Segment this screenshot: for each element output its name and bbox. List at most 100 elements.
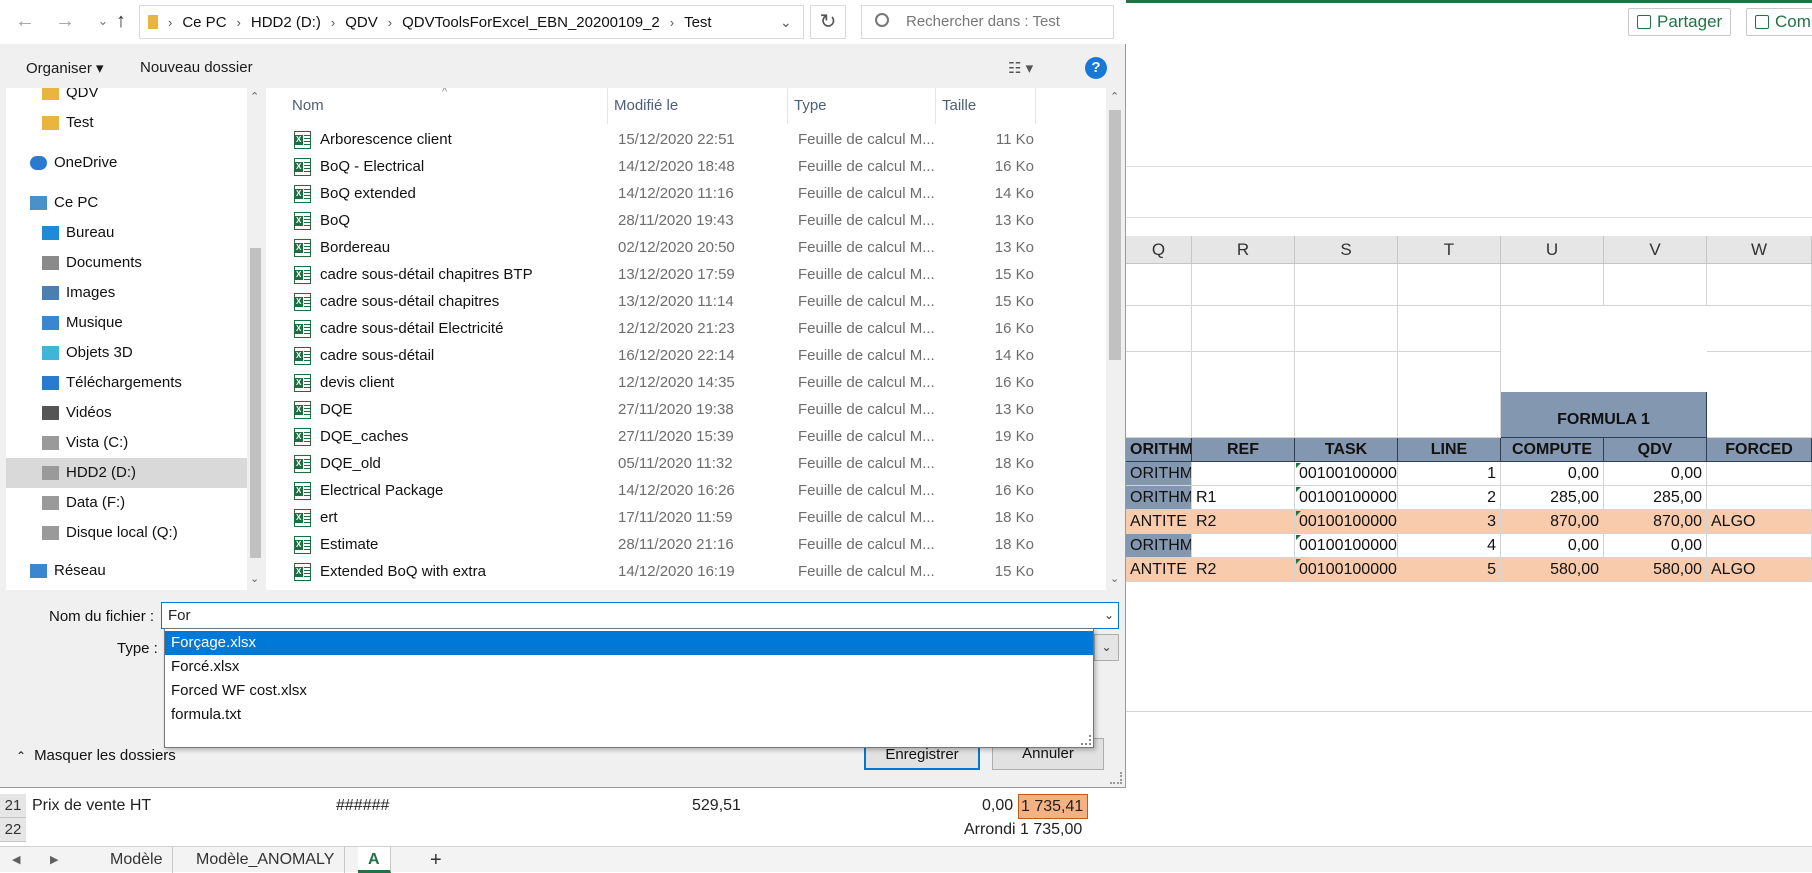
new-folder-button[interactable]: Nouveau dossier [140, 59, 253, 76]
file-row[interactable]: X Bordereau 02/12/2020 20:50 Feuille de cal… [266, 234, 1106, 261]
grid-cell-q[interactable]: ANTITE [1126, 510, 1192, 534]
grid-cell-q[interactable]: ORITHME [1126, 462, 1192, 486]
file-row[interactable]: Xcadre sous-détail 16/12/2020 22:14 Feuill… [266, 342, 1106, 369]
file-row[interactable]: Xcadre sous-détail Electricité 12/12/2020… [266, 315, 1106, 342]
file-row[interactable]: X BoQ extended 14/12/2020 11:16 Feuille de … [266, 180, 1106, 207]
grid-cell-v[interactable]: 285,00 [1604, 486, 1707, 510]
forward-arrow-icon[interactable]: → [52, 10, 78, 34]
column-header-size[interactable]: Taille [936, 88, 1036, 124]
suggestion-item[interactable]: Forced WF cost.xlsx [165, 679, 1093, 703]
header-cell-forced[interactable]: FORCED [1707, 438, 1812, 462]
formula-bar[interactable] [1126, 166, 1812, 218]
nav-item-r-seau[interactable]: Réseau [6, 556, 247, 586]
grid-cell-u[interactable]: 285,00 [1501, 486, 1604, 510]
suggestion-item[interactable]: Forçage.xlsx [165, 631, 1093, 655]
file-row[interactable]: X Arborescence client 15/12/2020 22:51 Feui… [266, 126, 1106, 153]
grid-cell-r[interactable]: R1 [1192, 486, 1295, 510]
search-input[interactable]: Rechercher dans : Test [861, 5, 1114, 39]
sheet-tab-a[interactable]: A [358, 847, 391, 873]
grid-cell-v[interactable]: 0,00 [1604, 462, 1707, 486]
resize-grip[interactable] [1081, 735, 1091, 745]
column-header-modified[interactable]: Modifié le [608, 88, 788, 124]
header-cell-compute[interactable]: COMPUTE [1501, 438, 1604, 462]
grid-cell[interactable] [1192, 264, 1295, 306]
grid-cell-t[interactable]: 4 [1398, 534, 1501, 558]
grid-cell-u[interactable]: 0,00 [1501, 462, 1604, 486]
nav-item-vista-c-[interactable]: Vista (C:) [6, 428, 247, 458]
grid-cell-v[interactable]: 580,00 [1604, 558, 1707, 582]
breadcrumb-item[interactable]: HDD2 (D:) [245, 14, 327, 31]
grid-cell[interactable] [1126, 352, 1192, 438]
grid-cell[interactable] [1126, 306, 1192, 352]
chevron-down-icon[interactable]: ⌄ [1104, 603, 1114, 628]
scroll-right-icon[interactable]: ▶ [50, 853, 58, 866]
file-row[interactable]: Xdevis client 12/12/2020 14:35 Feuille de … [266, 369, 1106, 396]
file-row[interactable]: X Extended BoQ with extra 14/12/2020 16:19… [266, 558, 1106, 585]
grid-cell[interactable] [1295, 352, 1398, 438]
scroll-down-icon[interactable]: ⌄ [1110, 572, 1119, 585]
grid-cell[interactable] [1707, 352, 1812, 438]
scroll-up-icon[interactable]: ⌃ [250, 90, 259, 103]
scroll-thumb[interactable] [250, 248, 261, 558]
nav-item-test[interactable]: Test [6, 108, 247, 138]
scroll-thumb[interactable] [1109, 110, 1121, 360]
file-row[interactable]: X DQE_caches 27/11/2020 15:39 Feuille de ca… [266, 423, 1106, 450]
header-cell-ref[interactable]: REF [1192, 438, 1295, 462]
nav-item-musique[interactable]: Musique [6, 308, 247, 338]
up-arrow-icon[interactable]: ↑ [108, 10, 134, 34]
grid-cell[interactable] [1295, 306, 1398, 352]
nav-item-ce-pc[interactable]: Ce PC [6, 188, 247, 218]
breadcrumb-item[interactable]: Ce PC [176, 14, 232, 31]
file-row[interactable]: X BoQ 28/11/2020 19:43 Feuille de calcul M.… [266, 207, 1106, 234]
nav-item-objets-3d[interactable]: Objets 3D [6, 338, 247, 368]
file-list-scrollbar[interactable]: ⌃ ⌄ [1106, 88, 1124, 590]
file-row[interactable]: Xcadre sous-détail chapitres BTP 13/12/20… [266, 261, 1106, 288]
grid-cell-q[interactable]: ORITHME [1126, 486, 1192, 510]
grid-cell-s[interactable]: 00100100000 [1295, 510, 1398, 534]
grid-cell-q[interactable]: ORITHME [1126, 534, 1192, 558]
grid-cell[interactable] [1707, 264, 1812, 306]
grid-cell-s[interactable]: 00100100000 [1295, 558, 1398, 582]
grid-cell-t[interactable]: 5 [1398, 558, 1501, 582]
breadcrumb-item[interactable]: QDV [339, 14, 384, 31]
grid-cell[interactable] [1604, 264, 1707, 306]
column-header-name[interactable]: Nom [286, 88, 608, 124]
nav-item-bureau[interactable]: Bureau [6, 218, 247, 248]
organize-button[interactable]: Organiser ▾ [26, 59, 104, 77]
row-number[interactable]: 22 [0, 818, 26, 842]
grid-cell-t[interactable]: 3 [1398, 510, 1501, 534]
file-type-select[interactable]: ⌄ [1094, 634, 1119, 661]
grid-cell-r[interactable] [1192, 534, 1295, 558]
header-cell-algorithm[interactable]: ORITHM [1126, 438, 1192, 462]
breadcrumb-item[interactable]: QDVToolsForExcel_EBN_20200109_2 [396, 14, 666, 31]
grid-cell-w[interactable]: ALGO [1707, 510, 1812, 534]
resize-grip[interactable] [1110, 772, 1122, 784]
group-header-formula[interactable]: FORMULA 1 [1501, 392, 1707, 438]
breadcrumb[interactable]: › Ce PC › HDD2 (D:) › QDV › QDVToolsForE… [139, 5, 804, 39]
column-header-s[interactable]: S [1295, 236, 1398, 264]
grid-cell-w[interactable] [1707, 486, 1812, 510]
scroll-up-icon[interactable]: ⌃ [1110, 90, 1119, 103]
file-row[interactable]: Xert 17/11/2020 11:59 Feuille de calcul M.… [266, 504, 1106, 531]
column-header-w[interactable]: W [1707, 236, 1812, 264]
grid-cell-s[interactable]: 00100100000 [1295, 486, 1398, 510]
scroll-down-icon[interactable]: ⌄ [250, 572, 259, 585]
file-row[interactable]: X Electrical Package 14/12/2020 16:26 Feuil… [266, 477, 1106, 504]
header-cell-line[interactable]: LINE [1398, 438, 1501, 462]
row-number[interactable]: 21 [0, 794, 26, 818]
cell-arrondi[interactable]: Arrondi [964, 818, 1016, 841]
column-header-t[interactable]: T [1398, 236, 1501, 264]
cell-value[interactable]: 529,51 [692, 794, 741, 817]
grid-cell-r[interactable]: R2 [1192, 510, 1295, 534]
column-header-q[interactable]: Q [1126, 236, 1192, 264]
column-header-r[interactable]: R [1192, 236, 1295, 264]
refresh-icon[interactable]: ↻ [810, 5, 846, 39]
grid-cell-u[interactable]: 870,00 [1501, 510, 1604, 534]
help-button[interactable]: ? [1085, 57, 1107, 79]
nav-item-documents[interactable]: Documents [6, 248, 247, 278]
nav-item-disque-local-q-[interactable]: Disque local (Q:) [6, 518, 247, 548]
back-arrow-icon[interactable]: ← [12, 10, 38, 34]
cell-hash[interactable]: ###### [336, 794, 389, 817]
nav-item-qdv[interactable]: QDV [6, 88, 247, 108]
file-row[interactable]: X BoQ - Electrical 14/12/2020 18:48 Feuille… [266, 153, 1106, 180]
